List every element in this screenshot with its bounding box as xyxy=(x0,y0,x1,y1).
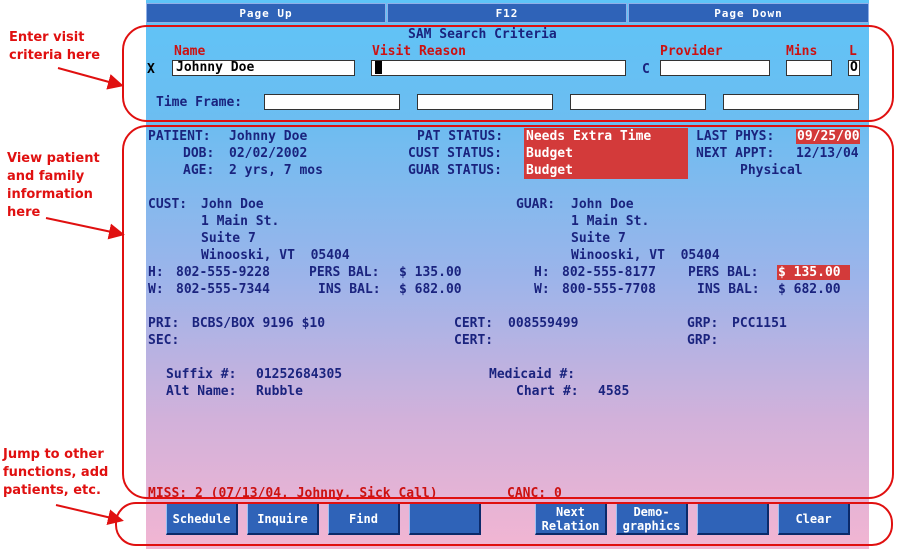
annotation-enter-visit: Enter visit criteria here xyxy=(9,30,101,63)
buttons-region-outline xyxy=(115,502,893,546)
info-region-outline xyxy=(122,125,894,499)
arrow-buttons xyxy=(55,504,124,526)
annotation-view-patient: View patient and family information here xyxy=(7,151,100,220)
arrow-search xyxy=(57,67,124,90)
annotation-jump: Jump to other functions, add patients, etc… xyxy=(3,447,109,498)
annotation-overlay xyxy=(45,25,894,546)
search-region-outline xyxy=(122,25,894,122)
